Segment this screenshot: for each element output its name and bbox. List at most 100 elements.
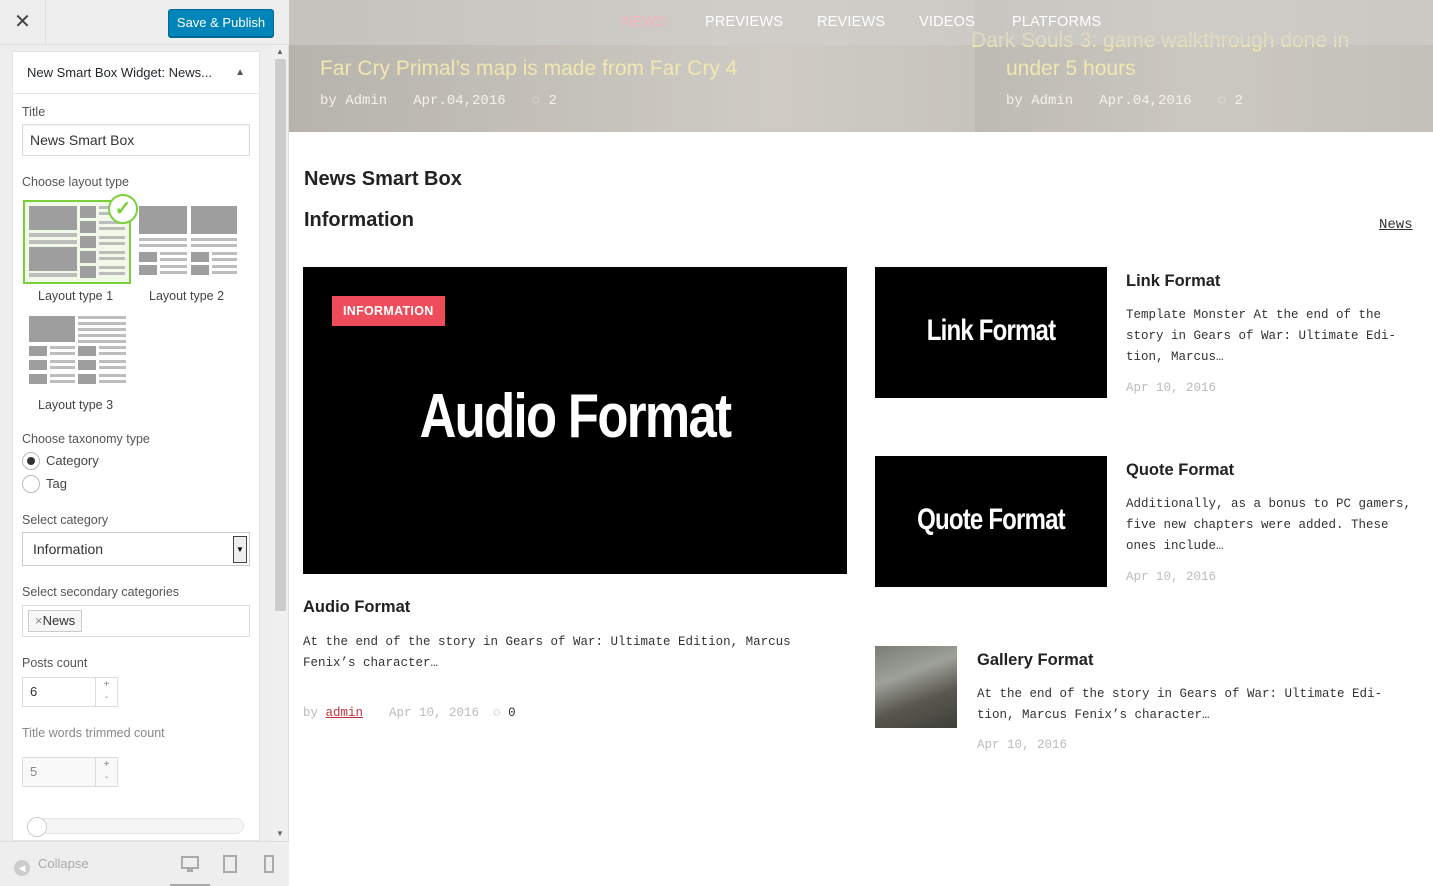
close-icon[interactable]: ✕ [0,0,46,45]
collapse-arrow-icon[interactable]: ▲ [235,52,245,93]
posts-count-value: 6 [30,684,38,699]
slide-1-author[interactable]: by Admin [320,93,387,109]
category-select[interactable]: Information ▼ [22,532,250,566]
customizer-footer: ◀ Collapse [0,841,289,886]
featured-post-meta: by admin Apr 10, 2016 ◌ 0 [303,706,516,720]
comment-count[interactable]: 0 [508,706,516,720]
comment-icon: ◌ [493,706,501,720]
nav-news[interactable]: NEWS [622,14,666,30]
layout-type-3-option[interactable] [25,312,133,396]
layout-type-3-label: Layout type 3 [38,398,114,412]
widget-heading: News Smart Box [304,168,462,190]
widget-form: New Smart Box Widget: News... ▲ [12,51,260,841]
stepper-arrows-icon[interactable]: + - [95,758,117,786]
collapse-button[interactable]: ◀ Collapse [14,856,89,876]
gallery-format-excerpt: At the end of the story in Gears of War:… [977,687,1383,722]
selected-tag[interactable]: ×News [28,610,83,632]
title-input[interactable]: News Smart Box [22,124,250,156]
featured-image-text: Audio Format [419,382,732,451]
layout-type-1-label: Layout type 1 [38,289,114,303]
tablet-preview-icon[interactable] [221,855,239,873]
posts-count-label: Posts count [22,656,88,670]
post-date: Apr 10, 2016 [389,706,480,720]
desktop-preview-icon[interactable] [181,855,199,873]
category-radio-label: Category [46,453,99,468]
trim-count-value: 5 [30,764,38,779]
slide-2-title-line-2[interactable]: under 5 hours [1006,57,1136,81]
nav-previews[interactable]: PREVIEWS [705,14,783,30]
remove-tag-icon[interactable]: × [35,613,43,628]
category-badge[interactable]: INFORMATION [332,296,445,326]
select-category-label: Select category [22,513,109,527]
scroll-up-icon[interactable]: ▲ [276,47,284,56]
layout-label: Choose layout type [22,175,130,189]
tag-radio-label: Tag [46,476,67,491]
slide-1-meta: by Admin Apr.04,2016 ◌ 2 [320,93,557,109]
hero-slider: Dark Souls 3: game walkthrough done in N… [289,0,1433,132]
widget-header[interactable]: New Smart Box Widget: News... ▲ [13,52,259,94]
link-format-image[interactable]: Link Format [875,267,1107,398]
title-label: Title [22,105,46,119]
selected-check-icon: ✓ [108,194,138,224]
quote-format-image-text: Quote Format [917,503,1066,536]
slide-2-date: Apr.04,2016 [1099,93,1192,109]
slide-1-date: Apr.04,2016 [413,93,506,109]
quote-format-date: Apr 10, 2016 [1126,570,1217,584]
category-heading: Information [304,209,414,231]
gallery-format-image[interactable] [875,646,957,728]
posts-count-stepper[interactable]: 6 + - [22,677,118,707]
nav-reviews[interactable]: REVIEWS [817,14,885,30]
dropdown-arrow-icon[interactable]: ▼ [233,536,247,563]
link-format-title[interactable]: Link Format [1126,272,1220,291]
tag-radio[interactable] [22,475,40,493]
secondary-categories-label: Select secondary categories [22,585,180,599]
nav-platforms[interactable]: PLATFORMS [1012,14,1101,30]
slide-1-title[interactable]: Far Cry Primal’s map is made from Far Cr… [320,57,737,81]
link-format-image-text: Link Format [926,314,1056,347]
slide-2-meta: by Admin Apr.04,2016 ◌ 2 [1006,93,1243,109]
scroll-down-icon[interactable]: ▼ [276,829,284,838]
gallery-format-date: Apr 10, 2016 [977,738,1068,752]
slide-2-author[interactable]: by Admin [1006,93,1073,109]
trim-count-label: Title words trimmed count [22,726,165,740]
panel-scrollbar[interactable]: ▲ ▼ [273,45,288,841]
layout-type-2-label: Layout type 2 [149,289,225,303]
layout-3-preview-icon [29,316,126,384]
save-publish-button[interactable]: Save & Publish [168,9,274,37]
author-link[interactable]: admin [326,706,364,720]
slide-1-comments: 2 [548,93,557,109]
by-label: by [303,706,319,720]
featured-post-title[interactable]: Audio Format [303,598,410,617]
news-category-link[interactable]: News [1379,217,1413,233]
customizer-panel: ✕ Save & Publish New Smart Box Widget: N… [0,0,289,886]
layout-type-2-option[interactable] [135,202,243,286]
quote-format-image[interactable]: Quote Format [875,456,1107,587]
trim-count-stepper[interactable]: 5 + - [22,757,118,787]
link-format-date: Apr 10, 2016 [1126,381,1217,395]
secondary-categories-input[interactable]: ×News [22,605,250,637]
tag-label: News [42,613,76,628]
comment-icon: ◌ [531,93,541,109]
category-select-value: Information [33,541,104,557]
featured-post-excerpt: At the end of the story in Gears of War:… [303,635,791,670]
customizer-header: ✕ Save & Publish [0,0,289,45]
range-slider[interactable] [27,817,244,837]
mobile-preview-icon[interactable] [260,855,278,873]
stepper-arrows-icon[interactable]: + - [95,678,117,706]
category-radio[interactable] [22,452,40,470]
quote-format-excerpt: Additionally, as a bonus to PC gamers, f… [1126,497,1412,553]
gallery-format-title[interactable]: Gallery Format [977,651,1093,670]
widget-title: New Smart Box Widget: News... [27,65,212,80]
slider-handle[interactable] [27,817,47,837]
collapse-icon: ◀ [14,860,30,876]
site-preview: Dark Souls 3: game walkthrough done in N… [289,0,1433,886]
layout-2-preview-icon [139,206,237,275]
scrollbar-thumb[interactable] [275,59,286,611]
main-navigation: NEWS PREVIEWS REVIEWS VIDEOS PLATFORMS [289,0,1433,45]
quote-format-title[interactable]: Quote Format [1126,461,1234,480]
nav-videos[interactable]: VIDEOS [919,14,975,30]
collapse-label: Collapse [38,856,89,871]
slide-2-comments: 2 [1234,93,1243,109]
featured-post-image[interactable]: INFORMATION Audio Format [303,267,847,574]
taxonomy-label: Choose taxonomy type [22,432,150,446]
